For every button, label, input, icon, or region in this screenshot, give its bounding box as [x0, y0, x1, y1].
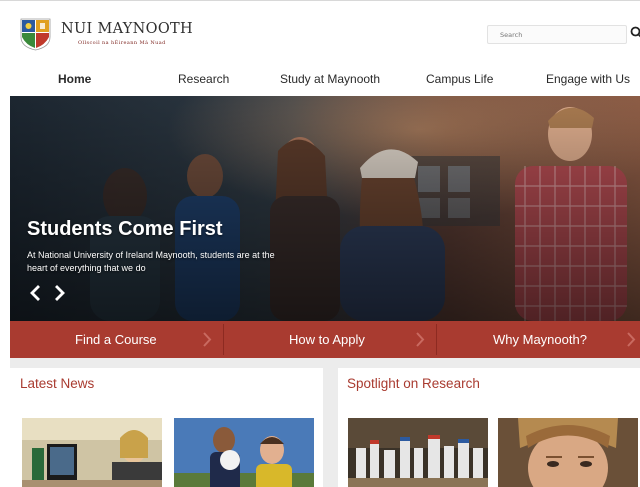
- chevron-right-icon: [203, 332, 212, 347]
- hero-photo: [10, 96, 640, 321]
- research-photo-portrait: [498, 418, 638, 487]
- content-area: Latest News Spotlight on Research: [10, 358, 640, 487]
- site-header: NUI MAYNOOTH Ollscoil na hÉireann Má Nua…: [0, 0, 640, 60]
- nav-item-engage[interactable]: Engage with Us: [546, 72, 630, 86]
- chevron-right-icon: [627, 332, 636, 347]
- news-thumbnail[interactable]: [174, 418, 314, 487]
- latest-news-panel: Latest News: [10, 368, 323, 487]
- search-input[interactable]: [487, 25, 627, 44]
- research-thumbnail[interactable]: [348, 418, 488, 487]
- how-to-apply-label: How to Apply: [289, 332, 365, 347]
- find-a-course-button[interactable]: Find a Course: [10, 321, 223, 358]
- brand-title[interactable]: NUI MAYNOOTH: [61, 21, 193, 37]
- hero-title: Students Come First: [27, 218, 223, 240]
- how-to-apply-button[interactable]: How to Apply: [224, 321, 436, 358]
- brand-tagline: Ollscoil na hÉireann Má Nuad: [78, 40, 166, 46]
- hero-description: At National University of Ireland Maynoo…: [27, 250, 275, 273]
- nav-item-campus-life[interactable]: Campus Life: [426, 72, 493, 86]
- chevron-right-icon[interactable]: [53, 285, 67, 301]
- chevron-right-icon: [416, 332, 425, 347]
- hero-banner[interactable]: Students Come First At National Universi…: [10, 96, 640, 321]
- quick-links-bar: Find a Course How to Apply Why Maynooth?: [10, 321, 640, 358]
- main-navigation: Home Research Study at Maynooth Campus L…: [0, 60, 640, 96]
- research-thumbnail[interactable]: [498, 418, 638, 487]
- chevron-left-icon[interactable]: [28, 285, 42, 301]
- news-photo-computer-lab: [22, 418, 162, 487]
- why-maynooth-button[interactable]: Why Maynooth?: [437, 321, 640, 358]
- spotlight-research-title[interactable]: Spotlight on Research: [347, 376, 480, 391]
- why-maynooth-label: Why Maynooth?: [493, 332, 587, 347]
- find-a-course-label: Find a Course: [75, 332, 157, 347]
- nav-item-study[interactable]: Study at Maynooth: [280, 72, 380, 86]
- nav-item-research[interactable]: Research: [178, 72, 229, 86]
- latest-news-title[interactable]: Latest News: [20, 376, 94, 391]
- crest-logo-icon[interactable]: [20, 18, 51, 51]
- news-photo-sports: [174, 418, 314, 487]
- research-photo-lab-bottles: [348, 418, 488, 487]
- search-icon[interactable]: [630, 26, 640, 40]
- nav-item-home[interactable]: Home: [58, 72, 91, 86]
- spotlight-research-panel: Spotlight on Research: [338, 368, 640, 487]
- news-thumbnail[interactable]: [22, 418, 162, 487]
